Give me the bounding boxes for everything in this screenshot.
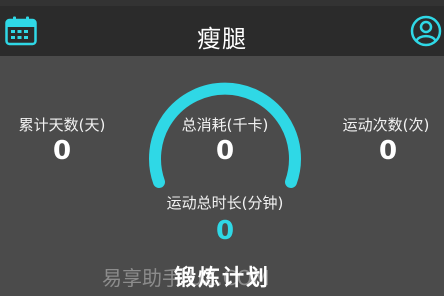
user-profile-icon[interactable]: [410, 15, 442, 47]
duration-label: 运动总时长(分钟): [166, 194, 284, 212]
workout-plan-heading[interactable]: 锻炼计划: [0, 260, 444, 292]
count-value: 0: [378, 136, 398, 166]
calories-label: 总消耗(千卡): [181, 116, 269, 134]
count-label: 运动次数(次): [342, 116, 430, 134]
days-value: 0: [52, 136, 72, 166]
duration-value: 0: [215, 216, 235, 246]
app-header: 瘦腿: [0, 6, 444, 56]
calories-value: 0: [215, 136, 235, 166]
page-title: 瘦腿: [197, 25, 247, 53]
days-label: 累计天数(天): [18, 116, 106, 134]
